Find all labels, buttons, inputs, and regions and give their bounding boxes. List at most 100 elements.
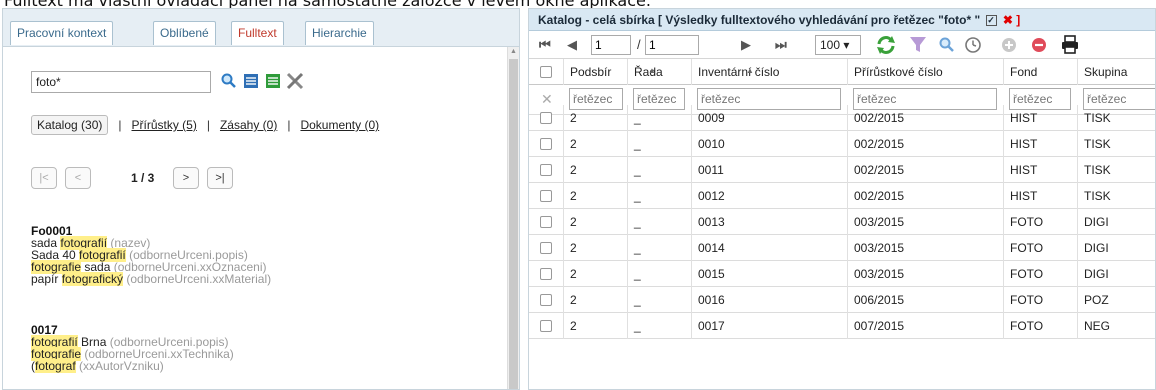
cell-skupina: TISK [1077, 157, 1155, 183]
page-number-input[interactable] [591, 35, 631, 55]
next-page-button[interactable]: > [173, 167, 199, 189]
search-icon[interactable] [219, 71, 239, 91]
clock-icon[interactable] [963, 35, 983, 59]
row-select-cell[interactable] [529, 131, 563, 157]
cell-inventarni-cislo: 0015 [691, 261, 847, 287]
list-blue-icon[interactable] [241, 71, 261, 91]
table-row[interactable]: 2 _ 0014 003/2015 FOTO DIGI [529, 235, 1155, 261]
search-icon[interactable] [937, 35, 957, 59]
cell-skupina: NEG [1077, 313, 1155, 339]
cell-prirustkove-cislo: 002/2015 [847, 183, 1003, 209]
row-select-cell[interactable] [529, 157, 563, 183]
left-scrollbar[interactable]: ▲ [507, 47, 519, 389]
next-page-icon[interactable]: ▶ [741, 37, 751, 53]
list-green-icon[interactable] [263, 71, 283, 91]
row-checkbox[interactable] [540, 190, 552, 202]
tab-oblibene[interactable]: Oblíbené [153, 21, 216, 45]
close-search-icon[interactable]: ✖ ] [1003, 13, 1020, 27]
first-page-button[interactable]: |< [31, 167, 57, 189]
sort-icon: ▲ [746, 66, 754, 75]
select-all-checkbox[interactable] [540, 66, 552, 78]
page-total-input[interactable] [645, 35, 699, 55]
column-header-podsbirka[interactable]: Podsbír [563, 59, 627, 85]
sort-icon: ▲ [648, 66, 656, 75]
row-select-cell[interactable] [529, 261, 563, 287]
row-checkbox[interactable] [540, 138, 552, 150]
separator: | [118, 118, 122, 132]
page-size-select[interactable]: 100 ▾ [815, 35, 861, 55]
fulltext-panel: Katalog (30) | Přírůstky (5) | Zásahy (0) | Do… [3, 47, 508, 389]
cell-prirustkove-cislo: 002/2015 [847, 157, 1003, 183]
column-header-prirustkove-cislo[interactable]: Přírůstkové číslo [847, 59, 1003, 85]
row-select-cell[interactable] [529, 209, 563, 235]
column-header-skupina[interactable]: Skupina [1077, 59, 1155, 85]
cell-podsbirka: 2 [563, 287, 627, 313]
fulltext-search-input[interactable] [31, 71, 211, 93]
row-select-cell[interactable] [529, 287, 563, 313]
prev-page-button[interactable]: < [65, 167, 91, 189]
print-icon[interactable] [1059, 34, 1081, 60]
filter-icon[interactable] [909, 35, 927, 59]
table-row[interactable]: 2 _ 0009 002/2015 HIST TISK [529, 105, 1155, 131]
row-checkbox[interactable] [540, 294, 552, 306]
scroll-thumb[interactable] [509, 59, 518, 389]
tab-fulltext[interactable]: Fulltext [231, 21, 284, 45]
refresh-icon[interactable] [875, 35, 897, 59]
row-select-cell[interactable] [529, 183, 563, 209]
first-page-icon[interactable]: ⏮ [539, 37, 551, 53]
separator: | [206, 118, 210, 132]
prirustky-link[interactable]: Přírůstky (5) [132, 118, 197, 132]
row-checkbox[interactable] [540, 320, 552, 332]
row-checkbox[interactable] [540, 242, 552, 254]
cell-fond: FOTO [1003, 313, 1077, 339]
cell-rada: _ [627, 313, 691, 339]
right-panel: Katalog - celá sbírka [ Výsledky fulltex… [528, 8, 1156, 390]
table-row[interactable]: 2 _ 0015 003/2015 FOTO DIGI [529, 261, 1155, 287]
confirm-icon[interactable]: ✓ [985, 15, 997, 27]
cell-fond: HIST [1003, 183, 1077, 209]
row-checkbox[interactable] [540, 112, 552, 124]
delete-record-icon[interactable] [1029, 35, 1049, 59]
cell-fond: HIST [1003, 157, 1077, 183]
katalog-filter-button[interactable]: Katalog (30) [31, 115, 109, 135]
table-row[interactable]: 2 _ 0010 002/2015 HIST TISK [529, 131, 1155, 157]
column-header-inventarni-cislo[interactable]: ▲ Inventární číslo [691, 59, 847, 85]
add-record-icon[interactable] [999, 35, 1019, 59]
cell-podsbirka: 2 [563, 261, 627, 287]
row-select-cell[interactable] [529, 105, 563, 131]
result-item[interactable]: Fo0001 sada fotografií (nazev) Sada 40 fot… [31, 225, 271, 286]
cell-rada: _ [627, 157, 691, 183]
table-row[interactable]: 2 _ 0016 006/2015 FOTO POZ [529, 287, 1155, 313]
row-checkbox[interactable] [540, 164, 552, 176]
last-page-button[interactable]: >| [207, 167, 233, 189]
scroll-up-icon[interactable]: ▲ [509, 47, 518, 57]
last-page-icon[interactable]: ⏭ [775, 37, 787, 53]
tools-icon[interactable] [285, 71, 305, 91]
zasahy-link[interactable]: Zásahy (0) [220, 118, 277, 132]
cell-prirustkove-cislo: 002/2015 [847, 131, 1003, 157]
table-row[interactable]: 2 _ 0011 002/2015 HIST TISK [529, 157, 1155, 183]
table-row[interactable]: 2 _ 0012 002/2015 HIST TISK [529, 183, 1155, 209]
column-header-fond[interactable]: Fond [1003, 59, 1077, 85]
dokumenty-link[interactable]: Dokumenty (0) [300, 118, 379, 132]
row-checkbox[interactable] [540, 268, 552, 280]
cell-prirustkove-cislo: 006/2015 [847, 287, 1003, 313]
cell-inventarni-cislo: 0014 [691, 235, 847, 261]
row-checkbox[interactable] [540, 216, 552, 228]
cell-rada: _ [627, 235, 691, 261]
separator: | [287, 118, 291, 132]
left-tabs: Pracovní kontext Oblíbené Fulltext Hiera… [3, 9, 519, 47]
cell-inventarni-cislo: 0012 [691, 183, 847, 209]
cell-prirustkove-cislo: 003/2015 [847, 209, 1003, 235]
cell-fond: HIST [1003, 131, 1077, 157]
result-item[interactable]: 0017 fotografií Brna (odborneUrceni.popis… [31, 324, 234, 373]
row-select-cell[interactable] [529, 235, 563, 261]
table-row[interactable]: 2 _ 0017 007/2015 FOTO NEG [529, 313, 1155, 339]
table-row[interactable]: 2 _ 0013 003/2015 FOTO DIGI [529, 209, 1155, 235]
row-select-cell[interactable] [529, 313, 563, 339]
column-header-rada[interactable]: ▲ Řada [627, 59, 691, 85]
tab-pracovni-kontext[interactable]: Pracovní kontext [10, 21, 114, 45]
tab-hierarchie[interactable]: Hierarchie [305, 21, 374, 45]
prev-page-icon[interactable]: ◀ [567, 37, 577, 53]
select-all-cell[interactable] [529, 59, 563, 85]
